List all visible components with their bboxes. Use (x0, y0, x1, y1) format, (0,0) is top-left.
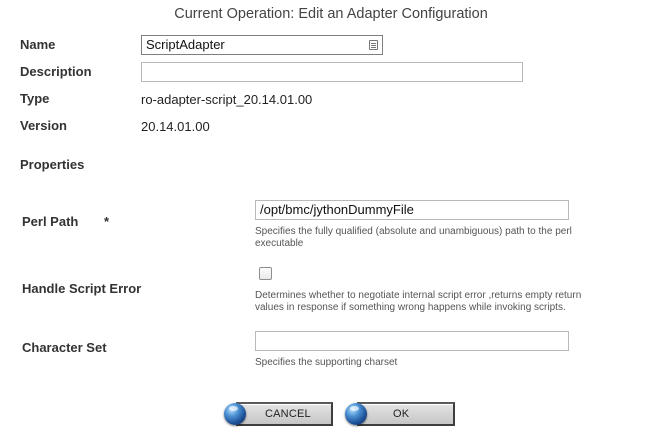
cancel-orb-icon (224, 403, 246, 425)
type-value: ro-adapter-script_20.14.01.00 (141, 92, 313, 107)
perl-path-help-line1: Specifies the fully qualified (absolute … (255, 226, 572, 237)
handle-script-error-help: Determines whether to negotiate internal… (255, 290, 655, 314)
ok-button-label: OK (393, 408, 410, 420)
name-value: ScriptAdapter (146, 37, 225, 52)
cancel-button[interactable]: CANCEL (236, 402, 333, 426)
description-input[interactable] (141, 62, 523, 82)
perl-path-help-line2: executable (255, 238, 304, 249)
ok-button[interactable]: OK (357, 402, 455, 426)
version-value: 20.14.01.00 (141, 119, 210, 134)
character-set-help: Specifies the supporting charset (255, 357, 398, 368)
perl-path-value: /opt/bmc/jythonDummyFile (260, 202, 414, 217)
perl-path-label: Perl Path (22, 214, 79, 229)
cancel-button-label: CANCEL (265, 408, 311, 420)
properties-heading: Properties (20, 157, 85, 172)
character-set-label: Character Set (22, 340, 107, 355)
handle-script-error-checkbox[interactable] (259, 267, 272, 280)
required-marker: * (104, 214, 110, 229)
version-label: Version (20, 118, 67, 133)
type-label: Type (20, 91, 50, 106)
page-title: Current Operation: Edit an Adapter Confi… (174, 6, 488, 22)
character-set-input[interactable] (255, 331, 569, 351)
name-label: Name (20, 37, 56, 52)
description-label: Description (20, 64, 92, 79)
handle-script-error-help-line1: Determines whether to negotiate internal… (255, 290, 582, 301)
handle-script-error-help-line2: values in response if something wrong ha… (255, 302, 566, 313)
ok-orb-icon (345, 403, 367, 425)
name-input[interactable]: ScriptAdapter (141, 35, 383, 55)
perl-path-input[interactable]: /opt/bmc/jythonDummyFile (255, 200, 569, 220)
perl-path-help: Specifies the fully qualified (absolute … (255, 226, 655, 250)
adapter-config-page: Current Operation: Edit an Adapter Confi… (0, 0, 662, 434)
calendar-icon[interactable] (369, 40, 378, 50)
handle-script-error-label: Handle Script Error (22, 281, 142, 296)
